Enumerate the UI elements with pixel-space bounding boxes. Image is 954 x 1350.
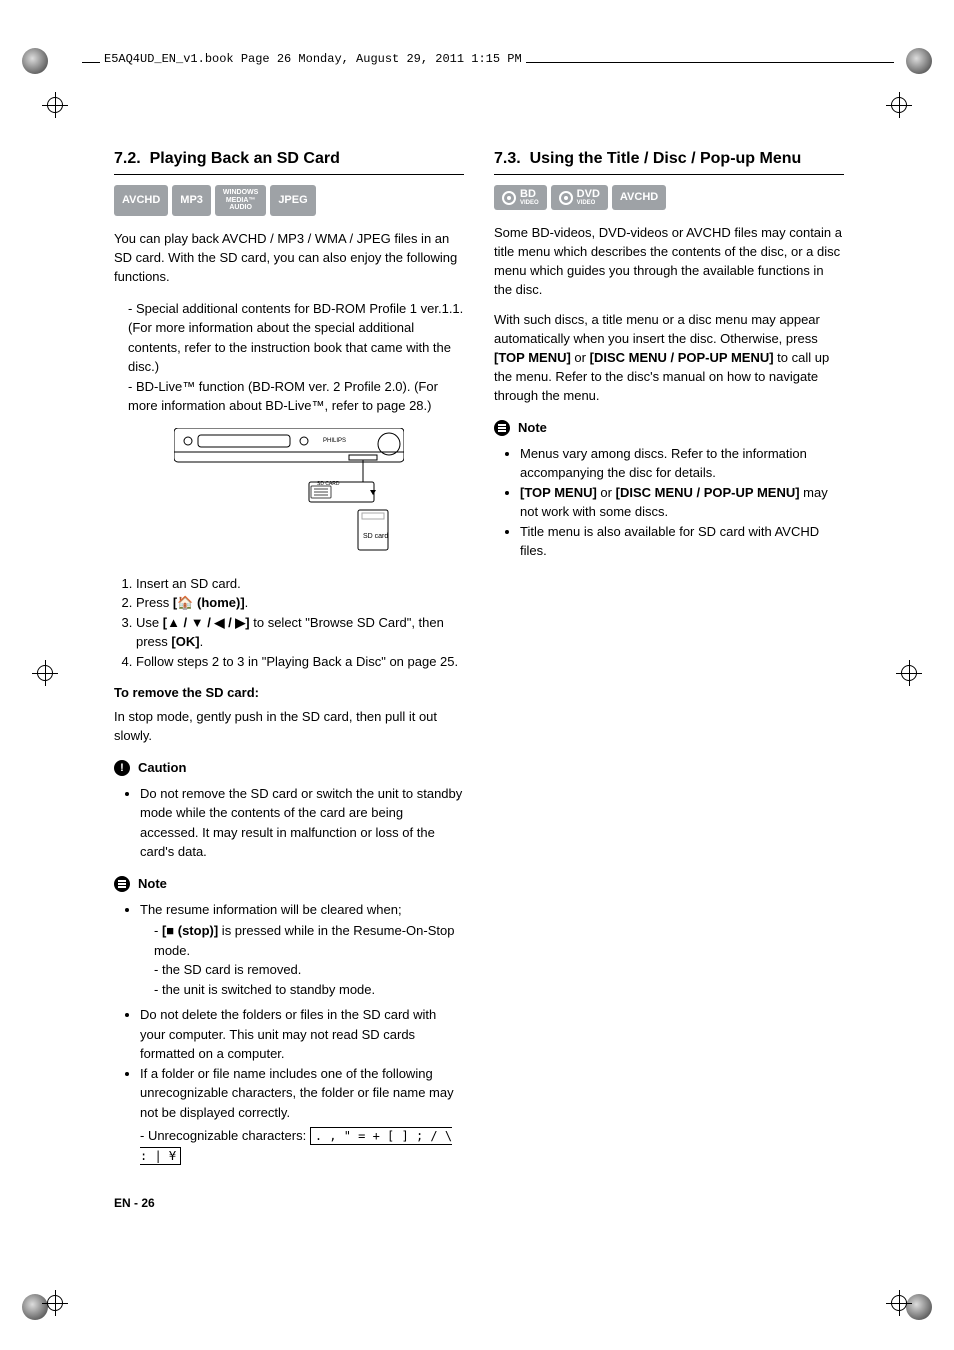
print-mark-icon (906, 48, 932, 74)
registration-mark-icon (42, 92, 68, 118)
section-title: 7.3. Using the Title / Disc / Pop-up Men… (494, 150, 844, 168)
bold-text: [DISC MENU / POP-UP MENU] (590, 350, 774, 365)
svg-text:SD card: SD card (363, 533, 388, 540)
registration-mark-icon (42, 1290, 68, 1316)
list-item: Do not delete the folders or files in th… (140, 1005, 464, 1064)
remove-sd-title: To remove the SD card: (114, 685, 464, 700)
note-heading: Note (494, 420, 844, 436)
title-rule (114, 174, 464, 175)
format-badges: BDVIDEO DVDVIDEO AVCHD (494, 185, 844, 210)
text: or (571, 350, 590, 365)
text: With such discs, a title menu or a disc … (494, 312, 820, 346)
left-column: 7.2. Playing Back an SD Card AVCHD MP3 W… (114, 150, 464, 1177)
section-number: 7.3. (494, 150, 521, 167)
list-item: BD-Live™ function (BD-ROM ver. 2 Profile… (128, 377, 464, 416)
section-number: 7.2. (114, 150, 141, 167)
disc-icon (559, 191, 573, 205)
note-heading: Note (114, 876, 464, 892)
page-footer: EN - 26 (114, 1196, 155, 1210)
list-item: The resume information will be cleared w… (140, 900, 464, 1000)
svg-text:SD CARD: SD CARD (317, 481, 340, 487)
badge-avchd: AVCHD (114, 185, 168, 216)
note-label: Note (138, 876, 167, 891)
list-item: Special additional contents for BD-ROM P… (128, 299, 464, 377)
note-label: Note (518, 420, 547, 435)
note-text: The resume information will be cleared w… (140, 902, 402, 917)
badge-jpeg: JPEG (270, 185, 315, 216)
footer-page: 26 (141, 1196, 154, 1210)
format-badges: AVCHD MP3 WINDOWSMEDIA™AUDIO JPEG (114, 185, 464, 216)
list-item: Use [▲ / ▼ / ◀ / ▶] to select "Browse SD… (136, 613, 464, 652)
list-item: Insert an SD card. (136, 574, 464, 594)
list-item: the unit is switched to standby mode. (154, 980, 464, 1000)
note-text: If a folder or file name includes one of… (140, 1066, 454, 1120)
list-item: If a folder or file name includes one of… (140, 1064, 464, 1166)
section-heading: Playing Back an SD Card (150, 150, 340, 167)
svg-text:PHILIPS: PHILIPS (323, 438, 346, 444)
home-icon: 🏠 (177, 595, 193, 610)
body-text: Some BD-videos, DVD-videos or AVCHD file… (494, 224, 844, 299)
print-mark-icon (22, 48, 48, 74)
list-item: [■ (stop)] is pressed while in the Resum… (154, 921, 464, 960)
footer-lang: EN (114, 1196, 131, 1210)
caution-list: Do not remove the SD card or switch the … (114, 784, 464, 862)
disc-icon (502, 191, 516, 205)
list-item: Follow steps 2 to 3 in "Playing Back a D… (136, 652, 464, 672)
badge-dvd: DVDVIDEO (551, 185, 608, 210)
badge-wma: WINDOWSMEDIA™AUDIO (215, 185, 266, 216)
note-icon (494, 420, 510, 436)
print-header-text: E5AQ4UD_EN_v1.book Page 26 Monday, Augus… (100, 52, 526, 66)
registration-mark-icon (32, 660, 58, 686)
note-list: The resume information will be cleared w… (114, 900, 464, 1166)
feature-list: Special additional contents for BD-ROM P… (114, 299, 464, 416)
device-figure: PHILIPS SD CARD SD card (114, 428, 464, 558)
list-item: [TOP MENU] or [DISC MENU / POP-UP MENU] … (520, 483, 844, 522)
title-rule (494, 174, 844, 175)
registration-mark-icon (896, 660, 922, 686)
bold-text: [TOP MENU] (494, 350, 571, 365)
steps-list: Insert an SD card. Press [🏠 (home)]. Use… (114, 574, 464, 672)
unrecognizable-label: - Unrecognizable characters: (140, 1128, 310, 1143)
caution-label: Caution (138, 760, 186, 775)
note-list: Menus vary among discs. Refer to the inf… (494, 444, 844, 561)
badge-bd: BDVIDEO (494, 185, 547, 210)
list-item: Do not remove the SD card or switch the … (140, 784, 464, 862)
list-item: Title menu is also available for SD card… (520, 522, 844, 561)
badge-avchd: AVCHD (612, 185, 666, 210)
caution-heading: ! Caution (114, 760, 464, 776)
footer-sep: - (131, 1196, 142, 1210)
list-item: the SD card is removed. (154, 960, 464, 980)
list-item: Menus vary among discs. Refer to the inf… (520, 444, 844, 483)
section-title: 7.2. Playing Back an SD Card (114, 150, 464, 168)
section-heading: Using the Title / Disc / Pop-up Menu (530, 150, 802, 167)
registration-mark-icon (886, 92, 912, 118)
list-item: Press [🏠 (home)]. (136, 593, 464, 613)
remove-sd-text: In stop mode, gently push in the SD card… (114, 708, 464, 746)
body-text: With such discs, a title menu or a disc … (494, 311, 844, 405)
right-column: 7.3. Using the Title / Disc / Pop-up Men… (494, 150, 844, 1177)
registration-mark-icon (886, 1290, 912, 1316)
caution-icon: ! (114, 760, 130, 776)
badge-mp3: MP3 (172, 185, 211, 216)
intro-text: You can play back AVCHD / MP3 / WMA / JP… (114, 230, 464, 287)
note-icon (114, 876, 130, 892)
